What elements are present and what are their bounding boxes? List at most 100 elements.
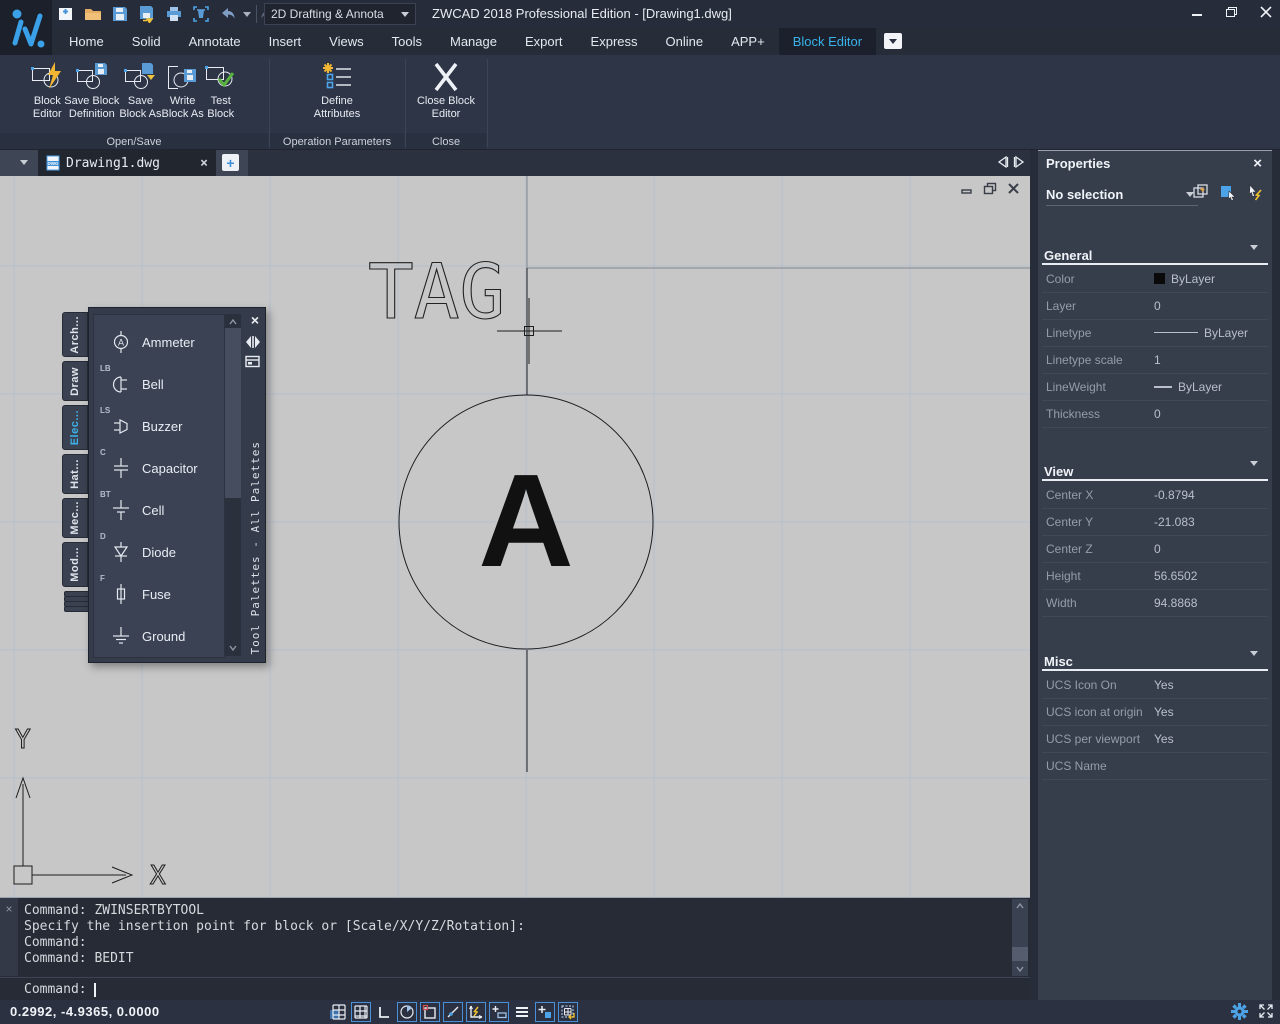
- ribbon-tab-export[interactable]: Export: [511, 28, 577, 55]
- palette-item-diode[interactable]: DDiode: [94, 531, 224, 573]
- ribbon-tab-annotate[interactable]: Annotate: [175, 28, 255, 55]
- palette-item-bell[interactable]: LBBell: [94, 363, 224, 405]
- palette-tab-elec[interactable]: Elec...: [62, 405, 88, 450]
- section-misc-header[interactable]: Misc: [1044, 647, 1073, 669]
- drawing-minimize-icon[interactable]: [960, 182, 973, 195]
- palette-properties-icon[interactable]: [245, 355, 261, 368]
- model-toggle[interactable]: [535, 1002, 555, 1022]
- dyn-toggle[interactable]: [489, 1002, 509, 1022]
- osnap-toggle[interactable]: [420, 1002, 440, 1022]
- palette-item-fuse[interactable]: FFuse: [94, 573, 224, 615]
- open-button[interactable]: [83, 4, 103, 24]
- ribbon-tab-manage[interactable]: Manage: [436, 28, 511, 55]
- command-scrollbar[interactable]: [1012, 899, 1028, 976]
- palette-item-buzzer[interactable]: LSBuzzer: [94, 405, 224, 447]
- palette-tab-arch[interactable]: Arch...: [62, 312, 88, 357]
- command-close-icon[interactable]: ×: [5, 902, 12, 916]
- grid-toggle[interactable]: [351, 1002, 371, 1022]
- ribbon-tab-express[interactable]: Express: [577, 28, 652, 55]
- property-row-center-z[interactable]: Center Z0: [1042, 535, 1268, 563]
- preview-button[interactable]: [191, 4, 211, 24]
- ribbon-tab-block-editor[interactable]: Block Editor: [779, 28, 876, 55]
- save-button[interactable]: [110, 4, 130, 24]
- chevron-down-icon[interactable]: [243, 12, 251, 17]
- property-row-center-x[interactable]: Center X-0.8794: [1042, 481, 1268, 509]
- scroll-up-icon[interactable]: [229, 318, 237, 326]
- save-block-definition-button[interactable]: Save BlockDefinition: [64, 55, 119, 121]
- palette-tab-stack[interactable]: [64, 606, 90, 612]
- palette-tab-draw[interactable]: Draw: [62, 361, 88, 401]
- snap-toggle[interactable]: [328, 1002, 348, 1022]
- ribbon-tab-tools[interactable]: Tools: [378, 28, 436, 55]
- property-row-thickness[interactable]: Thickness0: [1042, 400, 1268, 428]
- tab-list-dropdown-icon[interactable]: [20, 160, 28, 165]
- panel-dropdown-icon[interactable]: [884, 33, 902, 49]
- palette-scrollbar[interactable]: [225, 314, 241, 656]
- property-row-width[interactable]: Width94.8868: [1042, 589, 1268, 617]
- property-row-linetype[interactable]: LinetypeByLayer: [1042, 319, 1268, 347]
- minimize-icon[interactable]: [1191, 6, 1203, 18]
- command-input-row[interactable]: Command:: [0, 977, 1030, 1001]
- test-block-button[interactable]: TestBlock: [204, 55, 238, 121]
- scroll-down-icon[interactable]: [229, 644, 237, 652]
- fullscreen-icon[interactable]: [1258, 1003, 1274, 1019]
- scroll-up-icon[interactable]: [1016, 902, 1024, 910]
- property-row-layer[interactable]: Layer0: [1042, 292, 1268, 320]
- ribbon-tab-solid[interactable]: Solid: [118, 28, 175, 55]
- settings-gear-icon[interactable]: [1231, 1003, 1248, 1020]
- close-block-editor-button[interactable]: Close BlockEditor: [417, 55, 475, 121]
- property-row-ucs-name[interactable]: UCS Name: [1042, 752, 1268, 780]
- close-icon[interactable]: [1260, 6, 1272, 18]
- scroll-down-icon[interactable]: [1016, 965, 1024, 973]
- ribbon-tab-online[interactable]: Online: [652, 28, 718, 55]
- selection-dropdown[interactable]: No selection: [1046, 183, 1198, 206]
- osnap-tracking-toggle[interactable]: [443, 1002, 463, 1022]
- new-tab-button[interactable]: +: [222, 154, 239, 171]
- palette-item-capacitor[interactable]: CCapacitor: [94, 447, 224, 489]
- undo-button[interactable]: [218, 4, 238, 24]
- select-objects-icon[interactable]: [1219, 183, 1237, 201]
- drawing-close-icon[interactable]: [1007, 182, 1020, 195]
- ribbon-tab-app-[interactable]: APP+: [717, 28, 779, 55]
- palette-autohide-icon[interactable]: [245, 335, 261, 349]
- property-row-center-y[interactable]: Center Y-21.083: [1042, 508, 1268, 536]
- palette-tab-hat[interactable]: Hat...: [62, 454, 88, 494]
- properties-close-icon[interactable]: ×: [1253, 155, 1262, 172]
- palette-tab-mod[interactable]: Mod...: [62, 542, 88, 587]
- drawing-restore-icon[interactable]: [983, 182, 997, 195]
- tab-nav-left-icon[interactable]: [996, 155, 1009, 169]
- property-row-ucs-icon-on[interactable]: UCS Icon OnYes: [1042, 671, 1268, 699]
- scrollbar-thumb[interactable]: [1012, 947, 1028, 961]
- polar-toggle[interactable]: [397, 1002, 417, 1022]
- quick-select-icon[interactable]: [1192, 183, 1210, 201]
- tab-close-icon[interactable]: ×: [200, 156, 208, 171]
- ribbon-tab-insert[interactable]: Insert: [255, 28, 316, 55]
- property-row-ucs-per-viewport[interactable]: UCS per viewportYes: [1042, 725, 1268, 753]
- zwcad-logo[interactable]: [0, 0, 52, 55]
- new-button[interactable]: [56, 4, 76, 24]
- ortho-toggle[interactable]: [374, 1002, 394, 1022]
- palette-item-ammeter[interactable]: AAmmeter: [94, 321, 224, 363]
- menu-toggle[interactable]: [512, 1002, 532, 1022]
- palette-item-ground[interactable]: Ground: [94, 615, 224, 657]
- scrollbar-thumb[interactable]: [225, 328, 241, 498]
- palette-item-cell[interactable]: BTCell: [94, 489, 224, 531]
- property-row-height[interactable]: Height56.6502: [1042, 562, 1268, 590]
- document-tab-drawing1[interactable]: DWG Drawing1.dwg ×: [38, 150, 216, 176]
- command-window[interactable]: × Command: ZWINSERTBYTOOLSpecify the ins…: [0, 897, 1030, 1000]
- save-block-as-button[interactable]: SaveBlock As: [119, 55, 161, 121]
- palette-close-icon[interactable]: ×: [251, 313, 259, 327]
- ribbon-tab-views[interactable]: Views: [315, 28, 377, 55]
- block-editor-button[interactable]: BlockEditor: [30, 55, 64, 121]
- property-row-linetype-scale[interactable]: Linetype scale1: [1042, 346, 1268, 374]
- tab-nav-right-icon[interactable]: [1013, 155, 1026, 169]
- otrack-toggle[interactable]: [466, 1002, 486, 1022]
- property-row-color[interactable]: ColorByLayer: [1042, 265, 1268, 293]
- save-as-button[interactable]: [137, 4, 157, 24]
- ribbon-tab-home[interactable]: Home: [55, 28, 118, 55]
- palette-tab-mec[interactable]: Mec...: [62, 498, 88, 538]
- define-attributes-button[interactable]: DefineAttributes: [314, 55, 360, 121]
- plot-button[interactable]: [164, 4, 184, 24]
- write-block-as-button[interactable]: WriteBlock As: [162, 55, 204, 121]
- viewport-toggle[interactable]: [558, 1002, 578, 1022]
